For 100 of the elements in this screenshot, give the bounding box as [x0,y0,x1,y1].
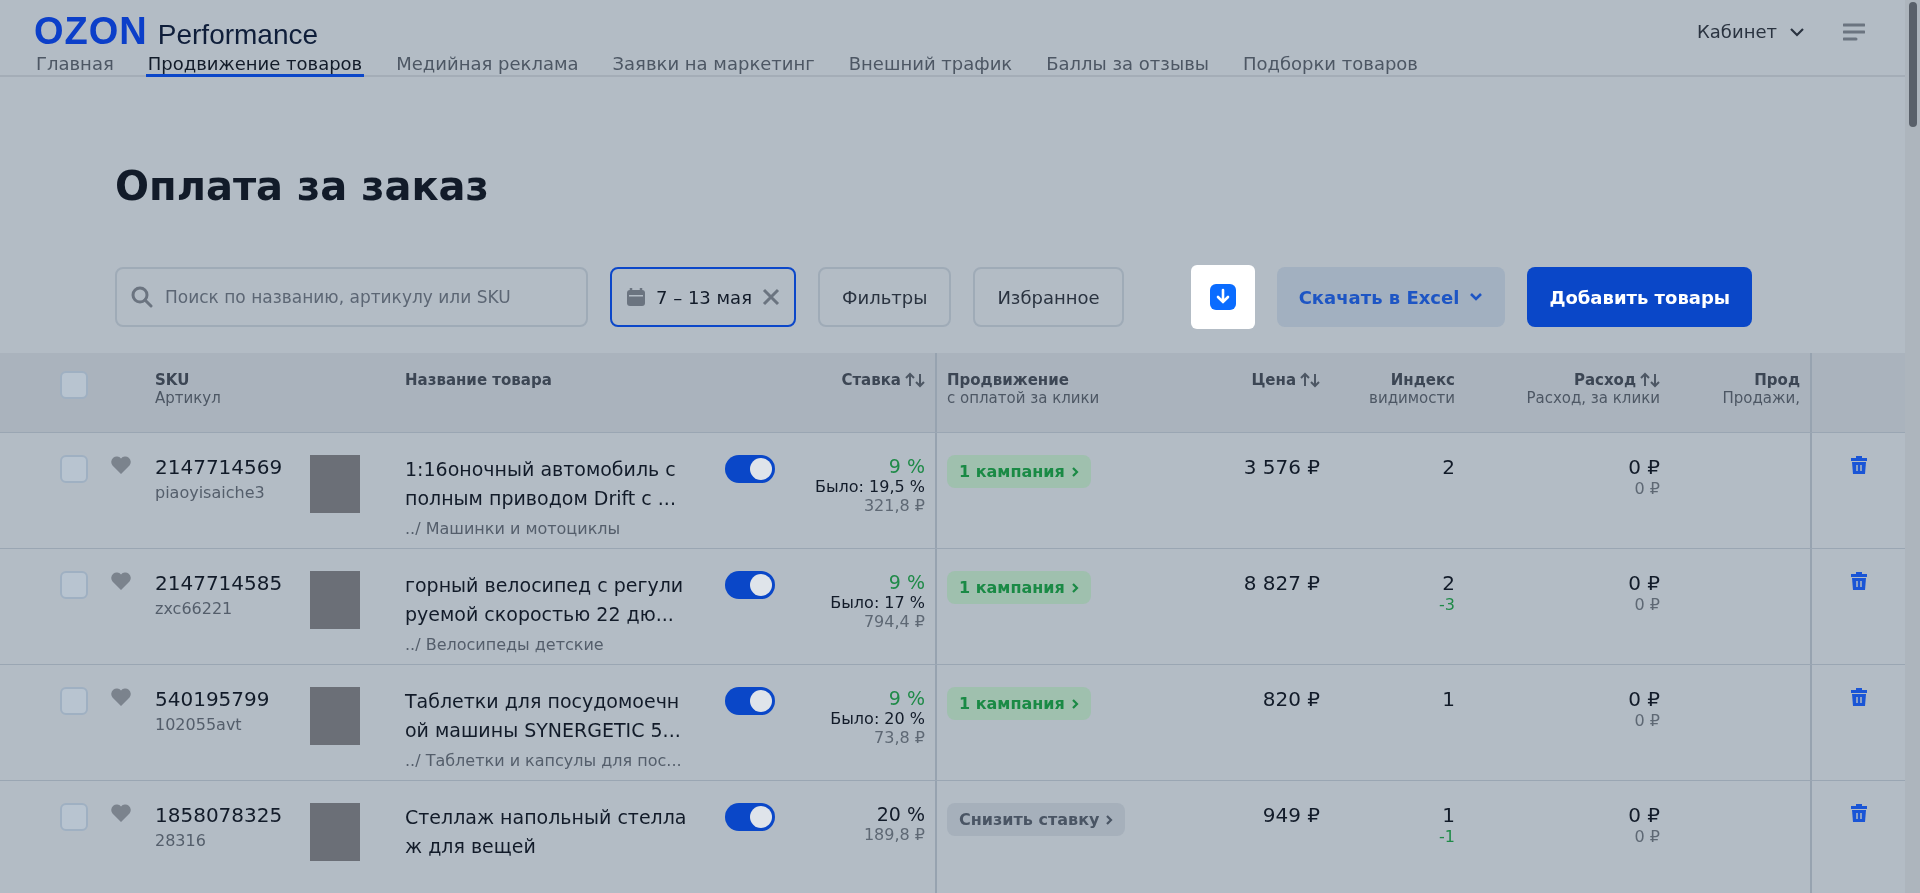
page-title: Оплата за заказ [115,163,490,209]
scrollbar-thumb[interactable] [1908,2,1917,127]
nav-tab[interactable]: Продвижение товаров [145,53,365,77]
photo-placeholder [310,803,360,861]
column-header: SKU [155,371,190,389]
checkbox[interactable] [60,803,88,831]
price-text: 8 827 ₽ [1243,571,1320,595]
sort-icon[interactable] [1640,372,1660,388]
product-name[interactable]: 1:16оночный автомобиль с полным приводом Drift с ... [405,455,705,513]
column-header: Индекс [1390,371,1455,389]
checkbox[interactable] [60,455,88,483]
product-name[interactable]: Таблетки для посудомоечн ой машины SYNERGETIC 5... [405,687,705,745]
photo-placeholder [310,571,360,629]
column-header[interactable]: Ставка [841,371,925,389]
trash-icon[interactable] [1849,571,1868,591]
article-text: zxc66221 [155,599,233,618]
search-icon [131,286,153,308]
sku-text: 2147714585 [155,571,283,595]
price-text: 3 576 ₽ [1243,455,1320,479]
chevron-icon [1070,697,1079,710]
product-name[interactable]: Стеллаж напольный стелла ж для вещей [405,803,705,861]
sort-icon[interactable] [1300,372,1320,388]
toggle-switch[interactable] [725,803,775,831]
click-expense-text: 0 ₽ [1634,827,1660,846]
column-header[interactable]: Расход [1573,371,1660,389]
column-header[interactable]: Цена [1251,371,1320,389]
chevron-icon [1070,465,1079,478]
menu-icon[interactable] [1843,22,1865,41]
toggle-switch[interactable] [725,455,775,483]
rate-amount-text: 189,8 ₽ [863,825,925,844]
category-text: ../ Машинки и мотоциклы [405,519,621,538]
logo-text: Performance [157,19,319,51]
checkbox[interactable] [60,687,88,715]
calendar-icon [626,287,646,307]
visibility-index-text: 1 [1442,687,1455,711]
rate-text: 20 % [876,803,925,825]
chevron-icon [1105,813,1114,826]
add-products-button[interactable]: Добавить товары [1527,267,1753,327]
account-menu[interactable]: Кабинет [1691,20,1811,43]
nav-tab[interactable]: Внешний трафик [846,53,1015,77]
product-name[interactable]: горный велосипед с регули руемой скоростью 22 дю... [405,571,705,629]
excel-download-button[interactable]: Скачать в Excel [1276,267,1506,327]
column-subheader: Артикул [155,389,221,407]
search-field[interactable]: Поиск по названию, артикулу или SKU [115,267,588,327]
article-text: 102055avt [155,715,242,734]
promotion-button[interactable]: Снизить ставку [947,803,1126,836]
logo[interactable]: OZON [34,10,148,53]
previous-rate-text: Было: 19,5 % [815,477,925,496]
rate-text: 9 % [888,687,925,709]
click-expense-text: 0 ₽ [1634,479,1660,498]
nav-tab[interactable]: Главная [34,53,116,77]
download-button[interactable] [1190,265,1255,329]
heart-icon[interactable] [110,571,132,591]
checkbox[interactable] [60,571,88,599]
category-text: ../ Таблетки и капсулы для пос... [405,751,682,770]
expense-text: 0 ₽ [1628,455,1660,479]
column-subheader: Расход, за клики [1526,389,1660,407]
rate-amount-text: 321,8 ₽ [863,496,925,515]
article-text: piaoyisaiche3 [155,483,265,502]
heart-icon[interactable] [110,455,132,475]
trash-icon[interactable] [1849,687,1868,707]
favorites-button[interactable]: Избранное [973,267,1124,327]
checkbox[interactable] [60,371,88,399]
sort-icon[interactable] [905,372,925,388]
sku-text: 540195799 [155,687,270,711]
trash-icon[interactable] [1849,455,1868,475]
rate-text: 9 % [888,455,925,477]
column-header: Прод [1754,371,1800,389]
column-header: Продвижение [947,371,1069,389]
toggle-switch[interactable] [725,687,775,715]
trash-icon[interactable] [1849,803,1868,823]
nav-tab[interactable]: Баллы за отзывы [1044,53,1211,77]
close-icon[interactable] [761,288,780,306]
column-subheader: Продажи, [1722,389,1800,407]
download-icon [1209,284,1236,310]
sku-text: 2147714569 [155,455,283,479]
rate-amount-text: 73,8 ₽ [874,728,925,747]
nav-tab[interactable]: Заявки на маркетинг [610,53,817,77]
visibility-index-text: 2 [1442,571,1455,595]
column-subheader: с оплатой за клики [947,389,1100,407]
price-text: 949 ₽ [1262,803,1320,827]
expense-text: 0 ₽ [1628,687,1660,711]
chevron-icon [1070,581,1079,594]
toggle-switch[interactable] [725,571,775,599]
heart-icon[interactable] [110,803,132,823]
expense-text: 0 ₽ [1628,803,1660,827]
price-text: 820 ₽ [1262,687,1320,711]
heart-icon[interactable] [110,687,132,707]
nav-tab[interactable]: Медийная реклама [394,53,581,77]
date-range-button[interactable]: 7 – 13 мая [610,267,796,327]
photo-placeholder [310,687,360,745]
article-text: 28316 [155,831,206,850]
chevron-down-icon [1789,26,1805,37]
rate-text: 9 % [888,571,925,593]
click-expense-text: 0 ₽ [1634,711,1660,730]
filters-button[interactable]: Фильтры [817,267,952,327]
nav-tab[interactable]: Подборки товаров [1240,53,1420,77]
category-text: ../ Велосипеды детские [405,635,604,654]
chevron-down-icon [1469,292,1484,302]
expense-text: 0 ₽ [1628,571,1660,595]
